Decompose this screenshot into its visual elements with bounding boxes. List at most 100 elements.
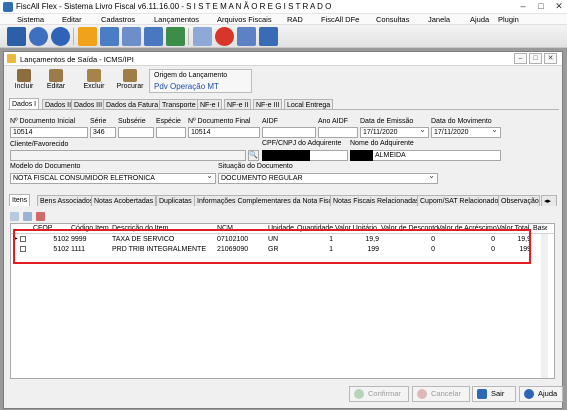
incluir-button[interactable]: Incluir: [10, 69, 38, 93]
especie-field[interactable]: [156, 127, 186, 138]
include-icon: [17, 69, 31, 82]
purchase-icon[interactable]: [144, 27, 163, 46]
grid-vertical-scrollbar[interactable]: [541, 234, 548, 378]
sales-icon[interactable]: [166, 27, 185, 46]
data-movimento-label: Data do Movimento: [431, 118, 492, 125]
redacted-cpf: [262, 150, 310, 161]
cancelar-button[interactable]: Cancelar: [412, 386, 470, 402]
subtab-bens-associados[interactable]: Bens Associados: [37, 195, 97, 206]
menu-rad[interactable]: RAD: [287, 15, 303, 24]
menu-plugin[interactable]: Plugin: [498, 15, 519, 24]
subtab-notas-relacionadas[interactable]: Notas Fiscais Relacionadas: [330, 195, 423, 206]
users-add-icon[interactable]: [259, 27, 278, 46]
confirmar-label: Confirmar: [368, 389, 401, 398]
subserie-label: Subsérie: [118, 118, 146, 125]
cancelar-label: Cancelar: [431, 389, 462, 398]
grid-edit-icon[interactable]: [23, 212, 32, 221]
nome-adquirente-label: Nome do Adquirente: [350, 140, 414, 147]
menu-consultas[interactable]: Consultas: [376, 15, 409, 24]
calendar-icon[interactable]: [193, 27, 212, 46]
subtab-notas-acobertadas[interactable]: Notas Acobertadas: [91, 195, 157, 206]
redacted-nome: [350, 150, 373, 161]
origin-label: Origem do Lançamento: [154, 72, 228, 79]
exit-icon[interactable]: [7, 27, 26, 46]
grid-toolbar: [10, 211, 50, 222]
child-close-button[interactable]: ✕: [544, 53, 557, 64]
subserie-field[interactable]: [118, 127, 154, 138]
subtab-duplicatas[interactable]: Duplicatas: [156, 195, 195, 206]
child-titlebar: Lançamentos de Saída - ICMS/IPI – □ ✕: [4, 52, 562, 66]
doc-inicial-field[interactable]: 10514: [10, 127, 88, 138]
menu-fiscall-dfe[interactable]: FiscAll DFe: [321, 15, 359, 24]
serie-field[interactable]: 346: [90, 127, 116, 138]
editar-button[interactable]: Editar: [42, 69, 70, 93]
cancel-icon: [417, 389, 427, 399]
excluir-label: Excluir: [83, 83, 105, 90]
menu-janela[interactable]: Janela: [428, 15, 450, 24]
editar-label: Editar: [46, 83, 66, 90]
app-titlebar: FiscAll Flex - Sistema Livro Fiscal v6.1…: [0, 0, 567, 14]
confirmar-button[interactable]: Confirmar: [349, 386, 409, 402]
sair-label: Sair: [491, 389, 505, 398]
stop-icon[interactable]: [215, 27, 234, 46]
cliente-label: Cliente/Favorecido: [10, 141, 69, 148]
exit-door-icon: [477, 389, 487, 399]
menu-sistema[interactable]: Sistema: [17, 15, 44, 24]
ano-aidf-field[interactable]: [318, 127, 358, 138]
menu-editar[interactable]: Editar: [62, 15, 82, 24]
cliente-lookup-icon[interactable]: 🔍: [248, 150, 259, 161]
grid-delete-icon[interactable]: [36, 212, 45, 221]
cliente-field[interactable]: [10, 150, 246, 161]
minimize-button[interactable]: –: [515, 0, 531, 13]
ajuda-label: Ajuda: [538, 389, 558, 398]
maximize-button[interactable]: □: [533, 0, 549, 13]
serie-label: Série: [90, 118, 107, 125]
app-title: FiscAll Flex - Sistema Livro Fiscal v6.1…: [16, 2, 332, 11]
child-title: Lançamentos de Saída - ICMS/IPI: [20, 55, 134, 64]
edit-icon: [49, 69, 63, 82]
especie-label: Espécie: [156, 118, 181, 125]
procurar-button[interactable]: Procurar: [114, 69, 146, 93]
excluir-button[interactable]: Excluir: [80, 69, 108, 93]
child-minimize-button[interactable]: –: [514, 53, 527, 64]
products-icon[interactable]: [122, 27, 141, 46]
menu-cadastros[interactable]: Cadastros: [101, 15, 135, 24]
items-highlight-frame: [13, 229, 531, 264]
toolbar-separator: [73, 28, 74, 45]
subtab-info-complementares[interactable]: Informações Complementares da Nota Fisca…: [194, 195, 341, 206]
invoice-icon[interactable]: [237, 27, 256, 46]
aidf-label: AIDF: [262, 118, 278, 125]
sair-button[interactable]: Sair: [472, 386, 516, 402]
col-base-calculo[interactable]: Base c: [533, 224, 547, 233]
close-button[interactable]: ✕: [551, 0, 567, 13]
lightning-icon[interactable]: [78, 27, 97, 46]
subtab-observacao[interactable]: Observação do: [498, 195, 540, 206]
modelo-label: Modelo do Documento: [10, 163, 81, 170]
grid-new-icon[interactable]: [10, 212, 19, 221]
toolbar-separator: [188, 28, 189, 45]
user-icon[interactable]: [29, 27, 48, 46]
origin-value: Pdv Operação MT: [154, 82, 219, 91]
subtab-itens[interactable]: Itens: [9, 194, 31, 206]
doc-final-label: Nº Documento Final: [188, 118, 251, 125]
procurar-label: Procurar: [116, 83, 144, 90]
child-maximize-button[interactable]: □: [529, 53, 542, 64]
help-icon: [524, 389, 534, 399]
ajuda-button[interactable]: Ajuda: [519, 386, 563, 402]
aidf-field[interactable]: [262, 127, 316, 138]
situacao-select[interactable]: DOCUMENTO REGULAR: [218, 173, 438, 184]
menu-arquivos-fiscais[interactable]: Arquivos Fiscais: [217, 15, 272, 24]
check-icon: [354, 389, 364, 399]
situacao-label: Situação do Documento: [218, 163, 293, 170]
data-emissao-field[interactable]: 17/11/2020: [360, 127, 429, 138]
help-icon[interactable]: [51, 27, 70, 46]
subtab-cupom-sat[interactable]: Cupom/SAT Relacionados: [417, 195, 505, 206]
doc-final-field[interactable]: 10514: [188, 127, 260, 138]
menu-ajuda[interactable]: Ajuda: [470, 15, 489, 24]
company-icon[interactable]: [100, 27, 119, 46]
document-icon: [7, 54, 16, 63]
subtab-scroll-arrows[interactable]: ◂▸: [541, 195, 557, 206]
data-movimento-field[interactable]: 17/11/2020: [431, 127, 501, 138]
menu-lancamentos[interactable]: Lançamentos: [154, 15, 199, 24]
modelo-select[interactable]: NOTA FISCAL CONSUMIDOR ELETRONICA: [10, 173, 216, 184]
